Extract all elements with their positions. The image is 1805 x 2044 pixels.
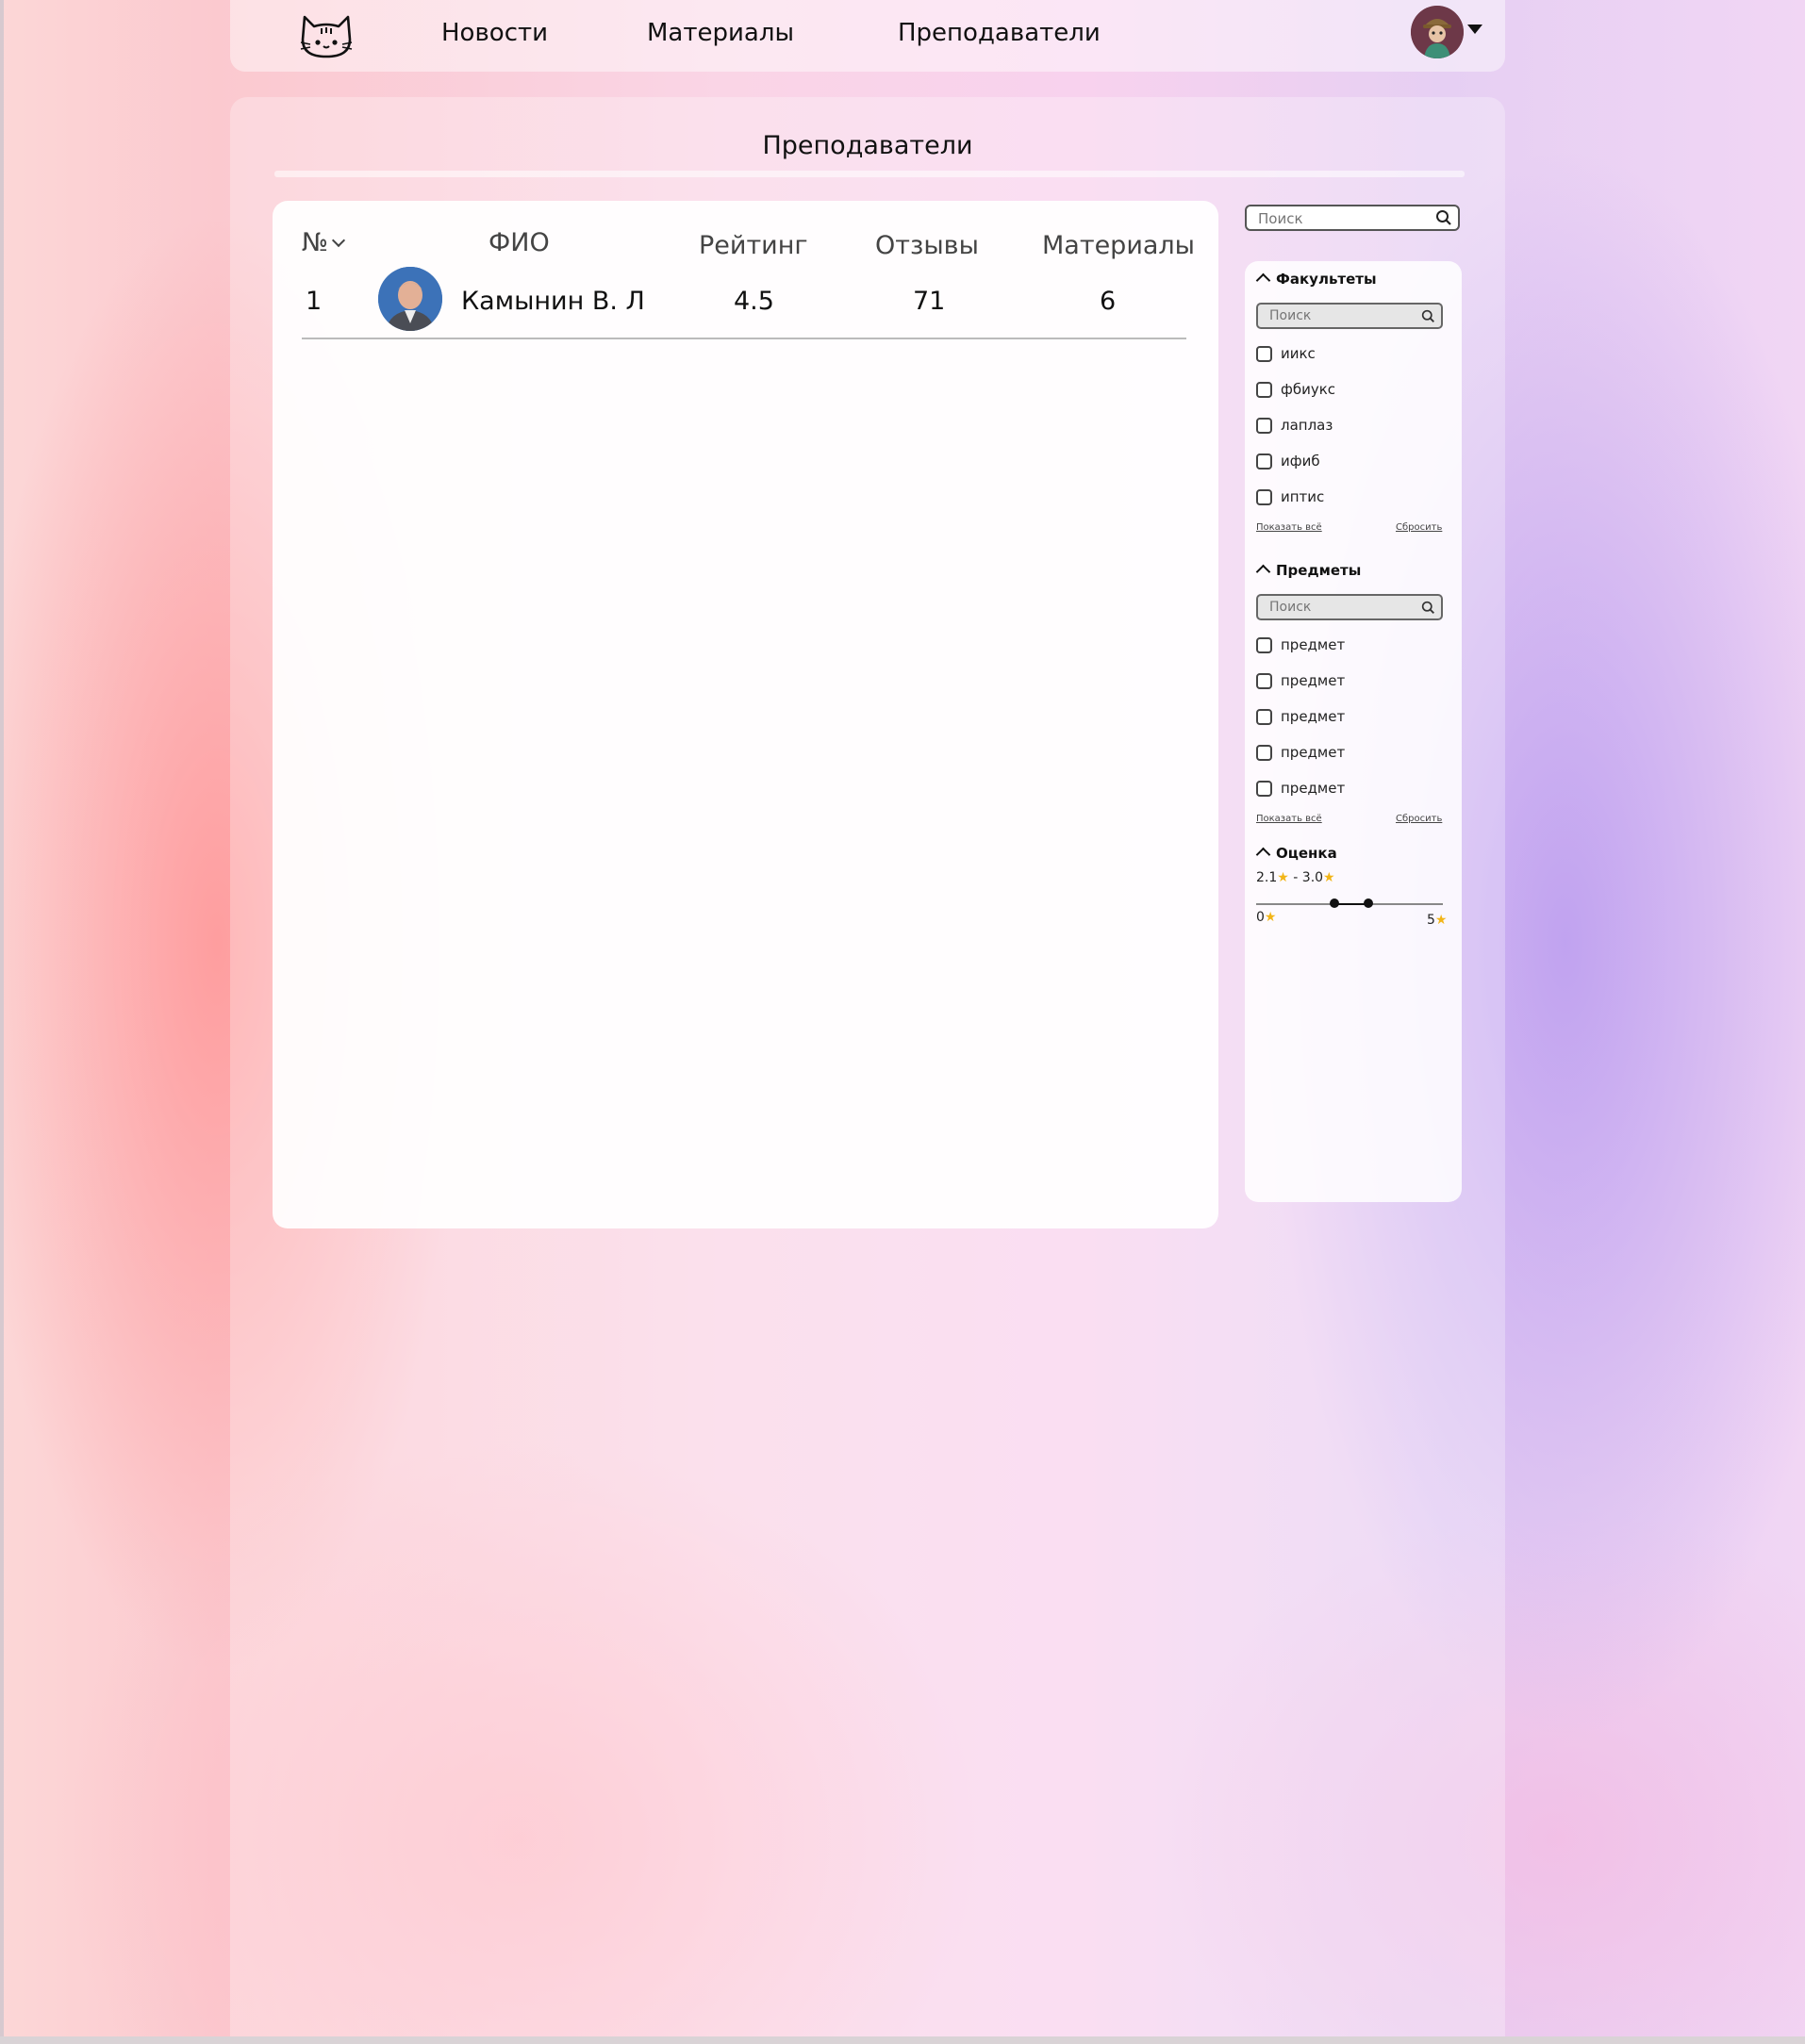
column-header-number[interactable]: № [302,228,346,257]
faculties-show-all-link[interactable]: Показать всё [1256,522,1322,533]
column-header-materials[interactable]: Материалы [1042,231,1195,260]
page-title: Преподаватели [762,131,973,160]
teacher-reviews: 71 [913,287,946,316]
subjects-search[interactable] [1256,594,1443,620]
teacher-search[interactable] [1245,205,1460,231]
subject-option-label: предмет [1281,636,1346,653]
column-header-reviews[interactable]: Отзывы [875,231,979,260]
teacher-search-input[interactable] [1258,210,1418,227]
chevron-up-icon [1255,564,1271,580]
subject-option-label: предмет [1281,780,1346,797]
checkbox[interactable] [1256,781,1272,797]
checkbox[interactable] [1256,346,1272,362]
faculty-option-label: иикс [1281,345,1316,362]
search-icon[interactable] [1421,601,1435,615]
faculty-option-label: фбиукс [1281,381,1336,398]
rating-selected-min: 2.1 [1256,870,1278,885]
rating-selected-max: 3.0 [1301,870,1324,885]
star-icon: ★ [1323,870,1335,885]
checkbox[interactable] [1256,673,1272,689]
subjects-show-all-link[interactable]: Показать всё [1256,814,1322,824]
filters-panel: Факультеты иикс фбиукс лаплаз ифиб иптис… [1245,261,1462,1202]
faculties-section-toggle[interactable]: Факультеты [1255,271,1377,288]
star-icon: ★ [1434,913,1448,928]
subjects-title: Предметы [1276,562,1362,579]
checkbox[interactable] [1256,709,1272,725]
teachers-table: № ФИО Рейтинг Отзывы Материалы 1 Камынин… [273,201,1218,1228]
faculties-search[interactable] [1256,303,1443,329]
checkbox[interactable] [1256,418,1272,434]
window-edge [0,0,4,2044]
window-bottom-edge [0,2036,1805,2044]
nav-link-news[interactable]: Новости [441,19,548,47]
faculties-reset-link[interactable]: Сбросить [1396,522,1442,533]
checkbox[interactable] [1256,489,1272,505]
user-avatar[interactable] [1411,6,1464,58]
subject-option-label: предмет [1281,708,1346,725]
search-icon[interactable] [1435,209,1452,226]
column-header-number-label: № [302,228,329,257]
rating-slider-min-handle[interactable] [1330,898,1340,908]
subjects-search-input[interactable] [1269,600,1430,615]
chevron-down-icon [332,233,346,248]
rating-slider-max-handle[interactable] [1363,898,1373,908]
column-header-fio[interactable]: ФИО [489,228,550,257]
teacher-photo [378,267,442,331]
chevron-up-icon [1255,272,1271,288]
cat-logo-icon[interactable] [299,11,354,60]
caret-down-icon[interactable] [1467,25,1482,34]
subject-option-label: предмет [1281,744,1346,761]
row-number: 1 [306,287,323,316]
checkbox[interactable] [1256,745,1272,761]
teacher-name[interactable]: Камынин В. Л [461,287,645,316]
row-divider [302,338,1186,339]
column-header-rating[interactable]: Рейтинг [699,231,808,260]
checkbox[interactable] [1256,382,1272,398]
faculty-option-label: лаплаз [1281,417,1333,434]
rating-range-separator: - [1288,870,1302,885]
faculty-option-label: иптис [1281,488,1325,505]
star-icon: ★ [1277,870,1289,885]
checkbox[interactable] [1256,453,1272,470]
title-divider [274,171,1465,177]
subject-option-label: предмет [1281,672,1346,689]
rating-section-toggle[interactable]: Оценка [1255,845,1337,863]
chevron-up-icon [1255,847,1271,863]
teacher-rating: 4.5 [734,287,774,316]
checkbox[interactable] [1256,637,1272,653]
subjects-reset-link[interactable]: Сбросить [1396,814,1442,824]
rating-slider-min-label: 0★ [1256,910,1276,925]
search-icon[interactable] [1421,309,1435,323]
star-icon: ★ [1264,910,1277,925]
rating-max-value: 5 [1427,913,1435,928]
nav-link-materials[interactable]: Материалы [647,19,794,47]
faculty-option-label: ифиб [1281,453,1320,470]
faculties-search-input[interactable] [1269,308,1430,323]
faculties-title: Факультеты [1276,271,1377,288]
rating-slider-max-label: 5★ [1427,913,1447,928]
subjects-section-toggle[interactable]: Предметы [1255,562,1362,580]
teacher-materials: 6 [1100,287,1117,316]
nav-link-teachers[interactable]: Преподаватели [898,19,1101,47]
rating-min-value: 0 [1256,910,1265,925]
rating-selected-range: 2.1★ - 3.0★ [1256,870,1335,885]
rating-title: Оценка [1276,845,1337,862]
top-navbar: Новости Материалы Преподаватели [230,0,1505,72]
